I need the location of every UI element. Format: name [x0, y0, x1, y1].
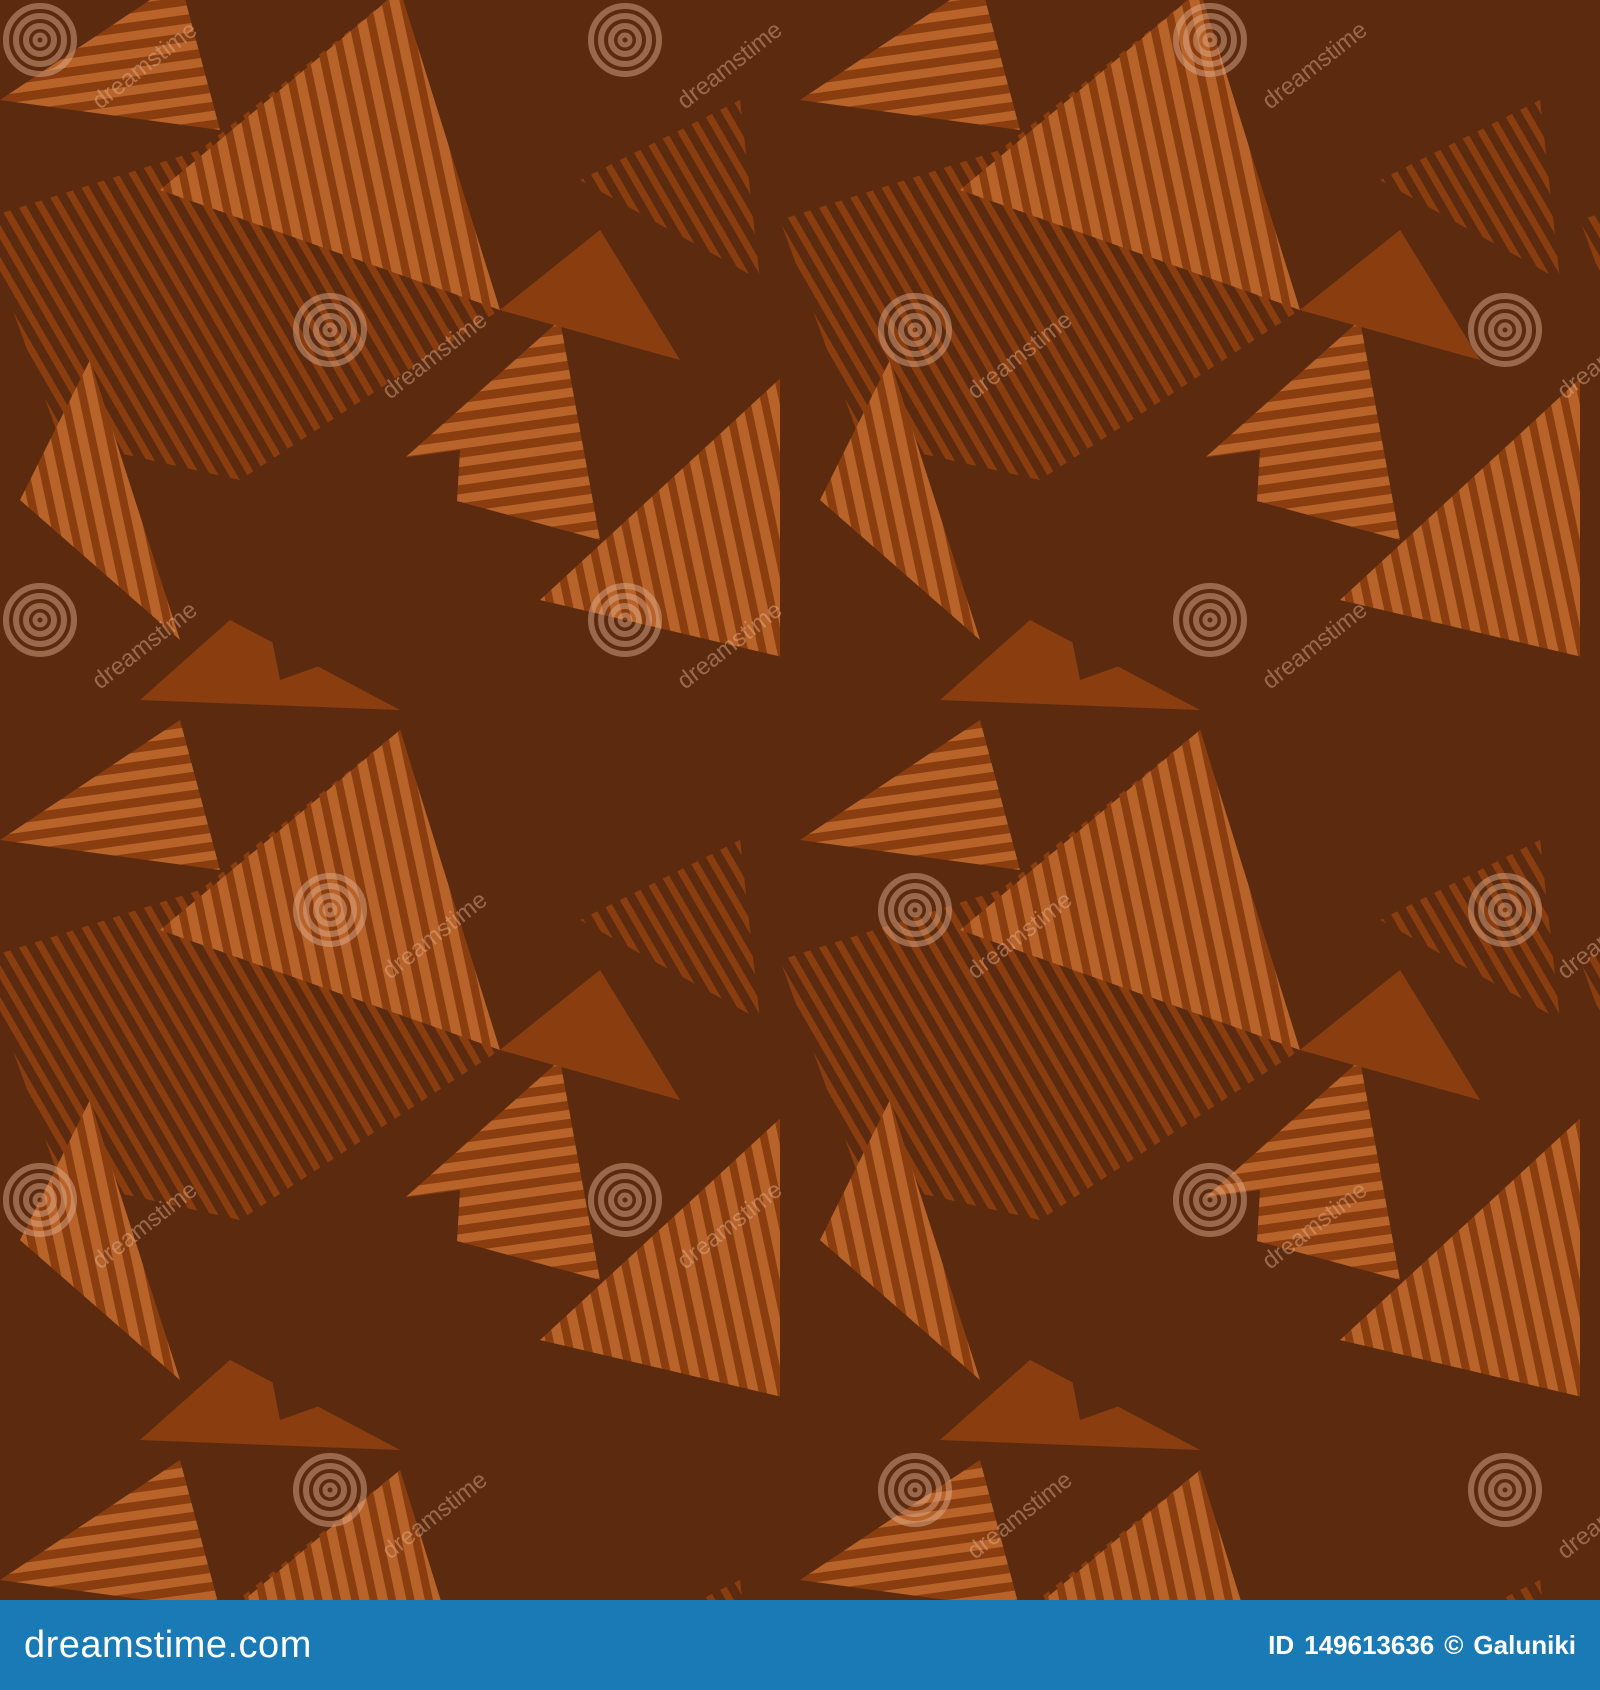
- image-credit: ID 149613636 © Galuniki: [1268, 1630, 1576, 1661]
- copyright-symbol: ©: [1444, 1629, 1464, 1660]
- image-id: 149613636: [1304, 1629, 1435, 1660]
- geometric-pattern-background: dreamstime dreamstime dreamstime dreamstime…: [0, 0, 1600, 1600]
- stock-photo-footer-bar: dreamstime.com ID 149613636 © Galuniki: [0, 1600, 1600, 1690]
- pattern-fill: [0, 0, 1600, 1600]
- author-name: Galuniki: [1473, 1629, 1576, 1660]
- site-logo-text[interactable]: dreamstime.com: [24, 1624, 312, 1667]
- id-label: ID: [1268, 1629, 1295, 1660]
- triangle-stripe-pattern: dreamstime dreamstime dreamstimedreamstime…: [0, 0, 1600, 1600]
